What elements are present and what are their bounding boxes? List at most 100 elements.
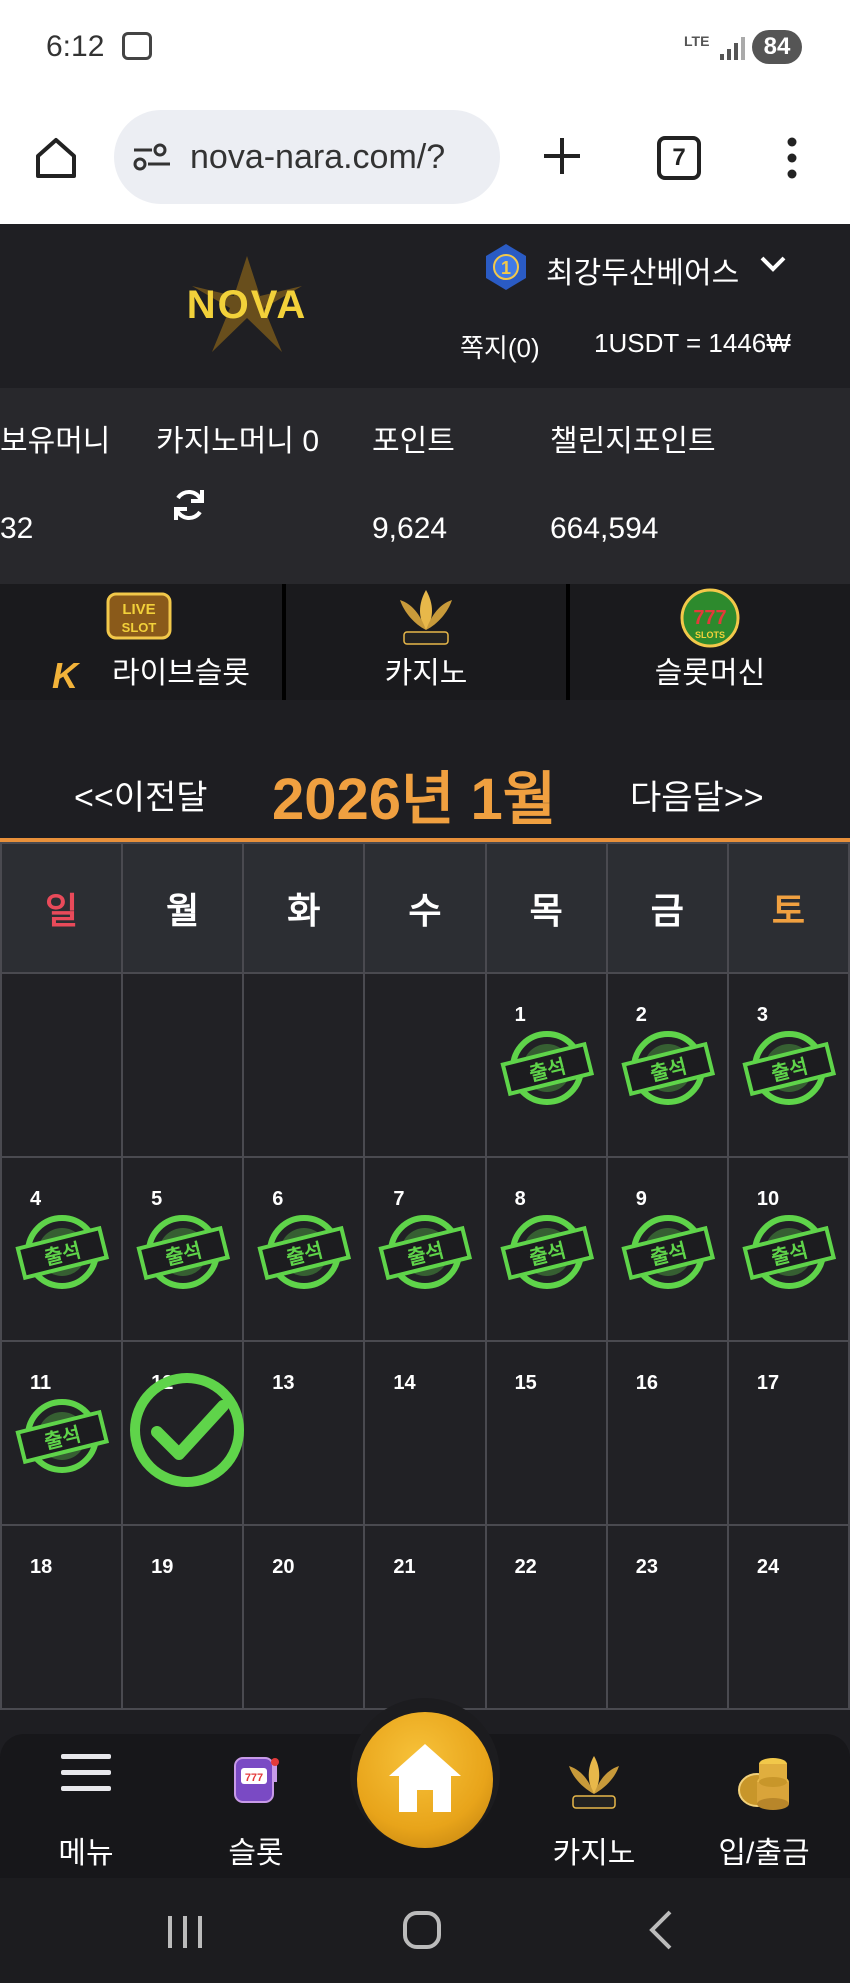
svg-text:SLOT: SLOT [122, 620, 157, 635]
hamburger-menu-icon [61, 1754, 111, 1791]
site-settings-icon[interactable] [132, 142, 172, 172]
svg-text:LIVE: LIVE [122, 601, 155, 618]
calendar-week-row: 11 출석 12 13 14 15 16 17 [0, 1340, 850, 1526]
calendar-day-6[interactable]: 6 출석 [242, 1156, 366, 1342]
weekday-sat: 토 [726, 842, 850, 974]
calendar-empty-cell [242, 972, 366, 1158]
signal-icon [720, 37, 745, 60]
attendance-stamp-icon: 출석 [621, 1031, 715, 1105]
day-number: 24 [756, 1556, 780, 1578]
calendar-day-4[interactable]: 4 출석 [0, 1156, 124, 1342]
calendar-day-14[interactable]: 14 [363, 1340, 487, 1526]
casino-lotus-icon [400, 590, 452, 645]
refresh-icon[interactable] [170, 486, 208, 524]
calendar-day-23[interactable]: 23 [605, 1524, 729, 1710]
slots-777-icon: 777 SLOTS [680, 588, 740, 648]
rank-badge-icon: 1 [486, 244, 526, 290]
nav-casino[interactable]: 카지노 [286, 584, 566, 700]
day-number: 20 [272, 1556, 295, 1578]
calendar-day-7[interactable]: 7 출석 [363, 1156, 487, 1342]
holding-money-value: 32 [0, 512, 34, 545]
username[interactable]: 최강두산베어스 [546, 248, 739, 292]
calendar-day-11[interactable]: 11 출석 [0, 1340, 124, 1526]
calendar-day-5[interactable]: 5 출석 [121, 1156, 245, 1342]
day-number: 18 [30, 1556, 53, 1578]
calendar-day-19[interactable]: 19 [121, 1524, 245, 1710]
month-navigation: <<이전달 2026년 1월 다음달>> [0, 732, 850, 832]
attendance-stamp-icon: 출석 [742, 1031, 836, 1105]
calendar-day-17[interactable]: 17 [726, 1340, 850, 1526]
calendar-day-10[interactable]: 10 출석 [726, 1156, 850, 1342]
weekday-header-row: 일 월 화 수 목 금 토 [0, 842, 850, 974]
bottom-nav-casino-label: 카지노 [552, 1837, 636, 1870]
today-check-icon [130, 1373, 245, 1487]
nova-logo[interactable]: NOVA [152, 256, 342, 356]
day-number: 3 [756, 1004, 768, 1026]
day-number: 1 [514, 1004, 526, 1026]
day-number: 14 [393, 1372, 416, 1394]
home-button[interactable] [357, 1712, 493, 1848]
chevron-down-icon[interactable] [758, 252, 788, 276]
calendar-day-8[interactable]: 8 출석 [484, 1156, 608, 1342]
recent-apps-icon[interactable] [166, 1914, 204, 1950]
calendar-day-12[interactable]: 12 [121, 1340, 245, 1526]
day-number: 8 [514, 1188, 526, 1210]
coins-icon [738, 1758, 789, 1810]
system-home-icon[interactable] [402, 1910, 442, 1950]
bottom-nav-slot[interactable]: 777 슬롯 [186, 1734, 326, 1878]
calendar-day-20[interactable]: 20 [242, 1524, 366, 1710]
back-icon[interactable] [646, 1910, 676, 1950]
calendar-day-22[interactable]: 22 [484, 1524, 608, 1710]
challenge-point-value: 664,594 [550, 512, 659, 545]
casino-money-label: 카지노머니 0 [156, 425, 320, 458]
more-menu-icon[interactable] [782, 134, 802, 182]
calendar-day-9[interactable]: 9 출석 [605, 1156, 729, 1342]
calendar-day-3[interactable]: 3 출석 [726, 972, 850, 1158]
nav-live-slot[interactable]: LIVE SLOT K 라이브슬롯 [0, 584, 282, 700]
attendance-stamp-icon: 출석 [499, 1215, 594, 1289]
day-number: 11 [30, 1372, 52, 1394]
weekday-wed: 수 [363, 842, 487, 974]
day-number: 10 [756, 1188, 780, 1210]
attendance-calendar: 일 월 화 수 목 금 토 1 출석 2 출석 3 출석 4 출석 5 출석 6 출석 7 출석 8 출석 9 출… [0, 842, 850, 1710]
prev-month-button[interactable]: <<이전달 [74, 770, 208, 819]
day-number: 22 [514, 1556, 537, 1578]
day-number: 13 [272, 1372, 295, 1394]
nav-slot-machine[interactable]: 777 SLOTS 슬롯머신 [570, 584, 850, 700]
new-tab-icon[interactable] [540, 134, 584, 178]
tab-switcher-button[interactable]: 7 [657, 136, 701, 180]
status-time: 6:12 [46, 30, 105, 63]
calendar-day-24[interactable]: 24 [726, 1524, 850, 1710]
address-bar[interactable]: nova-nara.com/? [114, 110, 500, 204]
svg-text:777: 777 [693, 607, 726, 629]
svg-text:NOVA: NOVA [187, 283, 308, 327]
memo-link[interactable]: 쪽지(0) [460, 328, 540, 365]
next-month-button[interactable]: 다음달>> [630, 770, 764, 819]
calendar-day-16[interactable]: 16 [605, 1340, 729, 1526]
svg-text:1: 1 [501, 258, 511, 278]
bottom-nav-casino[interactable]: 카지노 [524, 1734, 664, 1878]
calendar-empty-cell [0, 972, 124, 1158]
calendar-day-18[interactable]: 18 [0, 1524, 124, 1710]
browser-home-icon[interactable] [32, 134, 80, 182]
weekday-mon: 월 [121, 842, 245, 974]
attendance-stamp-icon: 출석 [257, 1215, 352, 1289]
bottom-nav-menu-label: 메뉴 [58, 1837, 114, 1870]
attendance-stamp-icon: 출석 [742, 1215, 836, 1289]
battery-indicator: 84 [752, 30, 802, 64]
calendar-day-1[interactable]: 1 출석 [484, 972, 608, 1158]
calendar-day-15[interactable]: 15 [484, 1340, 608, 1526]
calendar-day-13[interactable]: 13 [242, 1340, 366, 1526]
address-url[interactable]: nova-nara.com/? [190, 138, 445, 177]
day-number: 21 [393, 1556, 416, 1578]
holding-money-label: 보유머니 [0, 425, 111, 458]
nav-live-slot-label: 라이브슬롯 [112, 657, 250, 690]
day-number: 2 [635, 1004, 647, 1026]
day-number: 23 [635, 1556, 658, 1578]
bottom-nav-menu[interactable]: 메뉴 [16, 1734, 156, 1878]
bottom-nav-deposit[interactable]: 입/출금 [694, 1734, 834, 1878]
calendar-day-21[interactable]: 21 [363, 1524, 487, 1710]
screenshot-icon [122, 32, 152, 60]
site-page: NOVA 1 최강두산베어스 쪽지(0) 1USDT = 1446₩ 보유머니 … [0, 224, 850, 1734]
calendar-day-2[interactable]: 2 출석 [605, 972, 729, 1158]
